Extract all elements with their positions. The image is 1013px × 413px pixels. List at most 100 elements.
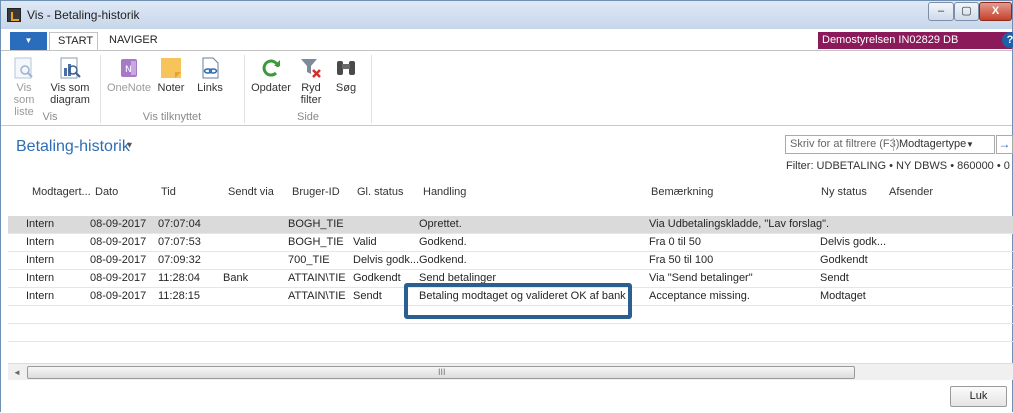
column-header-sender[interactable]: Afsender (889, 184, 933, 214)
refresh-button[interactable]: Opdater (249, 53, 293, 111)
links-label: Links (197, 82, 223, 94)
minimize-button[interactable]: – (928, 2, 954, 21)
cell-new-status: Sendt (820, 272, 849, 284)
cell-old-status: Valid (353, 236, 377, 248)
binoculars-icon (334, 56, 358, 80)
show-as-chart-button[interactable]: Vis som diagram (48, 53, 92, 111)
cell-user-id: 700_TIE (288, 254, 330, 266)
cell-remark: Acceptance missing. (649, 290, 750, 302)
close-page-button[interactable]: Luk (950, 386, 1007, 407)
column-header-recipient-type[interactable]: Modtagert... (32, 184, 91, 214)
group-label-page: Side (296, 111, 320, 123)
notes-button[interactable]: Noter (153, 53, 189, 111)
dropdown-arrow-icon[interactable]: ▼ (966, 136, 974, 153)
ribbon-separator (100, 55, 101, 123)
ribbon: Vis som liste Vis som diagram N OneNote … (1, 50, 1012, 126)
note-icon (159, 56, 183, 80)
horizontal-scrollbar[interactable]: ◄ III (8, 363, 1013, 380)
window-title: Vis - Betaling-historik (27, 8, 140, 22)
column-header-remark[interactable]: Bemærkning (651, 184, 713, 214)
cell-time: 11:28:04 (158, 272, 201, 284)
clear-filter-label-1: Ryd (301, 82, 321, 94)
filter-divider (893, 138, 894, 151)
tab-navigate[interactable]: NAVIGER (101, 32, 166, 50)
filter-summary: Filter: UDBETALING • NY DBWS • 860000 • … (786, 160, 1010, 172)
column-header-new-status[interactable]: Ny status (821, 184, 867, 214)
links-button[interactable]: Links (192, 53, 228, 111)
onenote-label: OneNote (106, 82, 152, 94)
search-button[interactable]: Søg (330, 53, 362, 111)
cell-date: 08-09-2017 (90, 236, 147, 248)
column-header-old-status[interactable]: Gl. status (357, 184, 403, 214)
close-window-button[interactable]: X (979, 2, 1012, 21)
chevron-down-icon[interactable]: ▾ (127, 140, 132, 151)
cell-time: 11:28:15 (158, 290, 201, 302)
page-header: Betaling-historik ▾ Skriv for at filtrer… (1, 126, 1013, 184)
column-header-action[interactable]: Handling (423, 184, 466, 214)
filter-input[interactable]: Skriv for at filtrere (F3) (790, 136, 899, 153)
group-label-attached: Vis tilknyttet (142, 111, 202, 123)
table-row[interactable]: Intern 08-09-2017 07:07:04 BOGH_TIE Oprettet… (8, 216, 1013, 234)
window: Vis - Betaling-historik – ▢ X ▼ START NA… (0, 0, 1013, 413)
cell-remark: Via "Send betalinger" (649, 272, 753, 284)
filter-field-select[interactable]: Modtagertype (899, 136, 966, 153)
cell-recipient-type: Intern (26, 290, 55, 302)
cell-date: 08-09-2017 (90, 290, 147, 302)
scrollbar-thumb[interactable]: III (27, 366, 855, 379)
clear-filter-icon (299, 56, 323, 80)
app-menu-button[interactable]: ▼ (10, 32, 47, 50)
cell-user-id: ATTAIN\TIE (288, 272, 346, 284)
notes-label: Noter (157, 82, 185, 94)
cell-old-status: Delvis godk... (353, 254, 420, 266)
refresh-icon (259, 56, 283, 80)
footer: Luk (1, 381, 1012, 413)
clear-filter-button[interactable]: Ryd filter (295, 53, 327, 111)
ribbon-separator (244, 55, 245, 123)
company-badge: Demostyrelsen IN02829 DB WebService (818, 32, 1012, 63)
cell-user-id: BOGH_TIE (288, 218, 344, 230)
cell-old-status: Sendt (353, 290, 382, 302)
ribbon-tab-bar: ▼ START NAVIGER Demostyrelsen IN02829 DB… (1, 29, 1013, 63)
column-header-date[interactable]: Dato (95, 184, 118, 214)
cell-date: 08-09-2017 (90, 218, 147, 230)
cell-action: Godkend. (419, 254, 467, 266)
cell-remark: Via Udbetalingskladde, "Lav forslag". (649, 218, 830, 230)
scroll-left-arrow-icon[interactable]: ◄ (10, 366, 24, 379)
payment-history-table: Modtagert... Dato Tid Sendt via Bruger-I… (8, 184, 1013, 360)
show-as-chart-label-2: diagram (50, 94, 90, 106)
cell-recipient-type: Intern (26, 254, 55, 266)
refresh-label: Opdater (251, 82, 291, 94)
tab-start[interactable]: START (49, 32, 98, 50)
page-title[interactable]: Betaling-historik (16, 138, 130, 156)
clear-filter-label-2: filter (300, 94, 322, 106)
cell-date: 08-09-2017 (90, 254, 147, 266)
link-icon (198, 56, 222, 80)
scrollbar-grip-icon: III (438, 367, 446, 377)
column-header-user-id[interactable]: Bruger-ID (292, 184, 340, 214)
column-header-sent-via[interactable]: Sendt via (228, 184, 274, 214)
highlight-annotation-box (404, 283, 632, 319)
table-body: Intern 08-09-2017 07:07:04 BOGH_TIE Oprettet… (8, 216, 1013, 342)
empty-table-row (8, 324, 1013, 342)
cell-recipient-type: Intern (26, 218, 55, 230)
cell-new-status: Modtaget (820, 290, 866, 302)
filter-box[interactable]: Skriv for at filtrere (F3) Modtagertype … (785, 135, 995, 154)
cell-time: 07:07:53 (158, 236, 201, 248)
cell-sent-via: Bank (223, 272, 249, 284)
app-icon (7, 8, 21, 22)
cell-recipient-type: Intern (26, 236, 55, 248)
cell-remark: Fra 0 til 50 (649, 236, 701, 248)
cell-time: 07:07:04 (158, 218, 201, 230)
column-header-time[interactable]: Tid (161, 184, 176, 214)
group-label-view: Vis (42, 111, 58, 123)
cell-user-id: BOGH_TIE (288, 236, 344, 248)
apply-filter-arrow-icon[interactable]: → (996, 135, 1013, 154)
title-bar: Vis - Betaling-historik – ▢ X (1, 1, 1012, 29)
show-as-list-button[interactable]: Vis som liste (5, 53, 43, 118)
help-icon[interactable]: ? (1002, 32, 1013, 48)
cell-new-status: Godkendt (820, 254, 868, 266)
onenote-button[interactable]: N OneNote (105, 53, 153, 111)
maximize-button[interactable]: ▢ (954, 2, 979, 21)
table-row[interactable]: Intern 08-09-2017 07:09:32 700_TIE Delvis go… (8, 252, 1013, 270)
table-row[interactable]: Intern 08-09-2017 07:07:53 BOGH_TIE Valid God… (8, 234, 1013, 252)
